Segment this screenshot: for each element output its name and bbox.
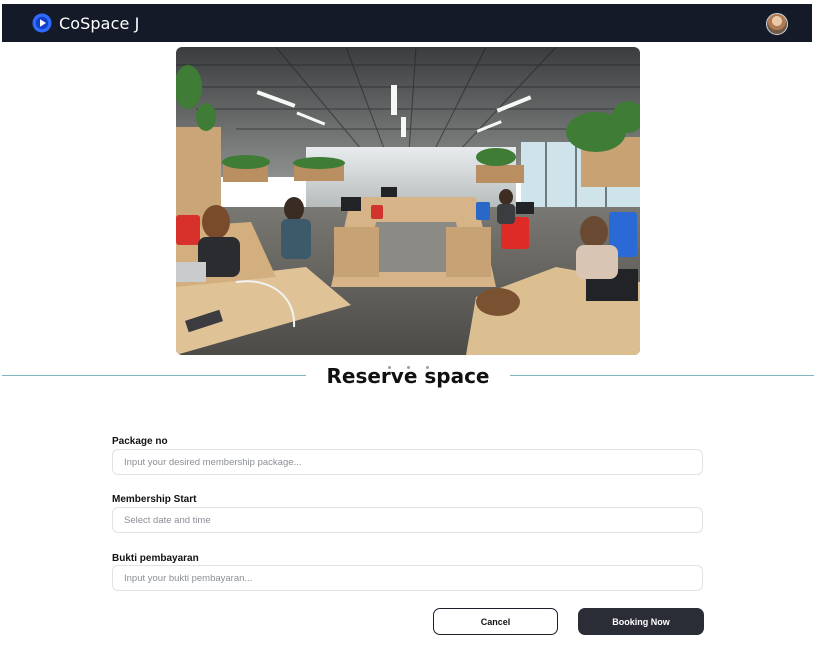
coworking-office-photo (176, 47, 640, 355)
hero-image (176, 47, 640, 355)
payment-proof-input[interactable] (112, 565, 703, 591)
top-navbar: CoSpace J (2, 4, 812, 42)
section-divider-right (510, 375, 814, 376)
section-divider-left (2, 375, 306, 376)
app-title[interactable]: CoSpace J (59, 14, 139, 33)
user-avatar[interactable] (766, 13, 788, 35)
booking-now-button[interactable]: Booking Now (578, 608, 704, 635)
payment-proof-label: Bukti pembayaran (112, 553, 199, 564)
package-label: Package no (112, 436, 168, 447)
cancel-button[interactable]: Cancel (433, 608, 558, 635)
membership-start-label: Membership Start (112, 494, 197, 505)
play-circle-icon[interactable] (32, 13, 52, 33)
membership-start-input[interactable] (112, 507, 703, 533)
section-title: Reserve space (326, 364, 490, 388)
package-input[interactable] (112, 449, 703, 475)
